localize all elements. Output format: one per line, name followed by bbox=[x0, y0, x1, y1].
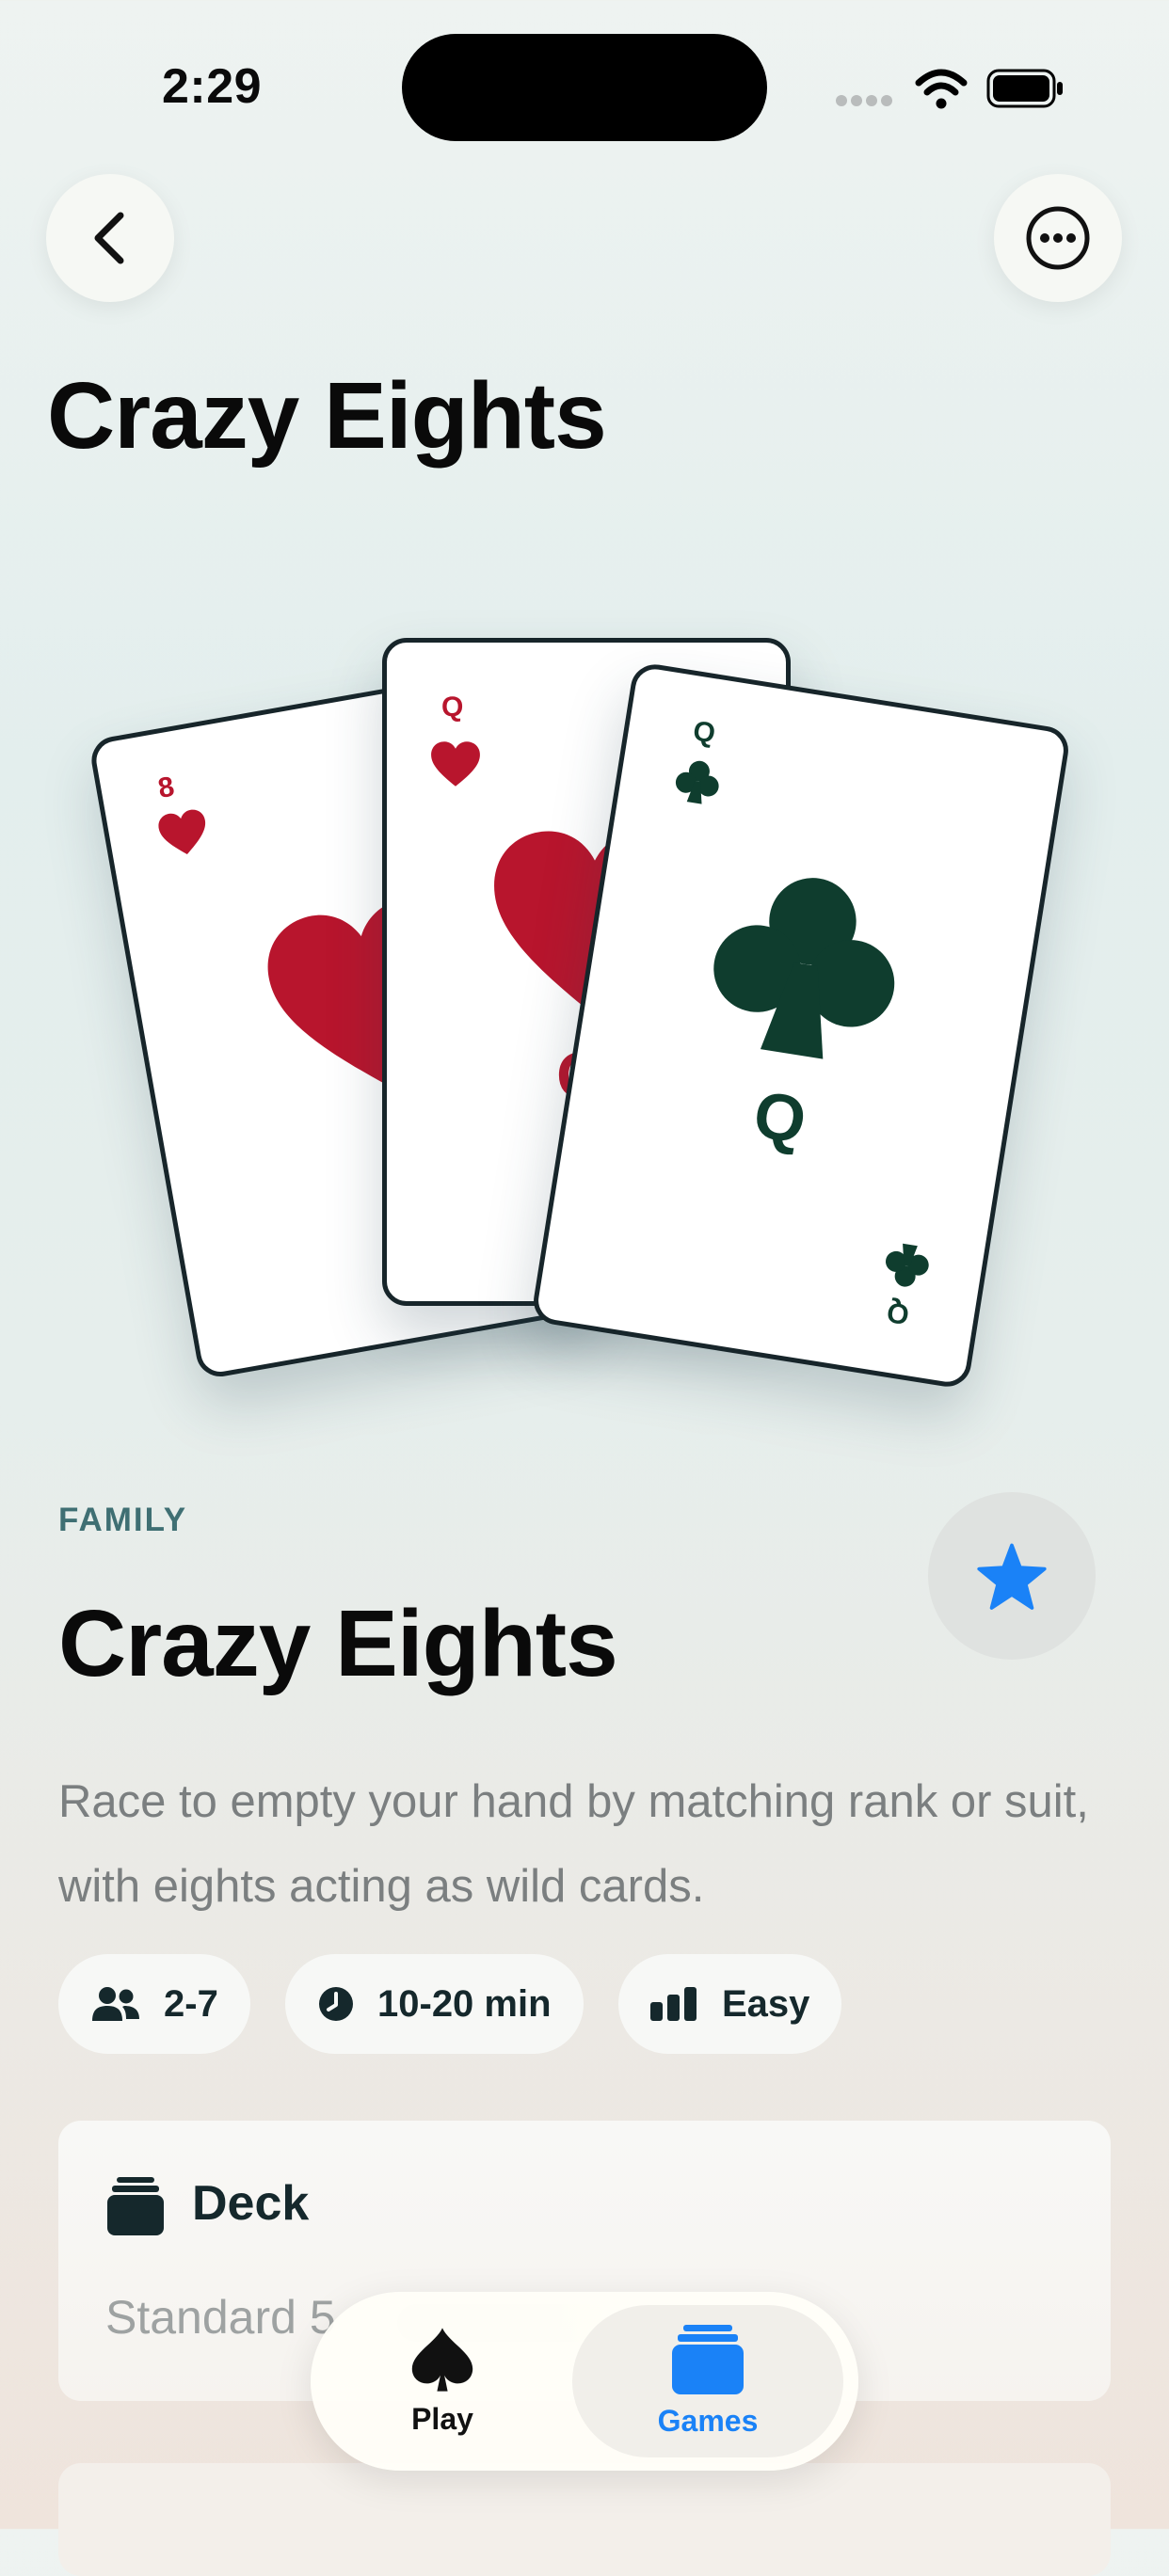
difficulty-bars-icon bbox=[650, 1987, 697, 2021]
dynamic-island bbox=[402, 34, 767, 141]
tab-games-label: Games bbox=[657, 2403, 759, 2438]
cellular-signal-icon bbox=[836, 94, 896, 111]
club-icon bbox=[885, 1243, 929, 1287]
tab-games[interactable]: Games bbox=[572, 2305, 843, 2457]
duration-chip: 10-20 min bbox=[285, 1954, 584, 2054]
heart-icon bbox=[431, 741, 480, 787]
card-rank: 8 bbox=[155, 771, 177, 805]
category-label: FAMILY bbox=[58, 1502, 188, 1538]
card-rank-center: Q bbox=[748, 1076, 811, 1158]
tab-bar: Play Games bbox=[311, 2292, 858, 2471]
card-rank: Q bbox=[885, 1296, 912, 1330]
deck-title: Deck bbox=[192, 2176, 310, 2231]
tab-play[interactable]: Play bbox=[329, 2305, 555, 2457]
players-label: 2-7 bbox=[164, 1982, 218, 2025]
favorite-button[interactable] bbox=[928, 1492, 1096, 1660]
chevron-left-icon bbox=[94, 212, 124, 264]
difficulty-chip: Easy bbox=[618, 1954, 842, 2054]
tab-play-label: Play bbox=[411, 2401, 473, 2436]
duration-label: 10-20 min bbox=[377, 1982, 552, 2025]
more-options-button[interactable] bbox=[994, 174, 1122, 302]
deck-subtitle: Standard 5 bbox=[105, 2291, 336, 2344]
people-icon bbox=[92, 1987, 139, 2021]
back-button[interactable] bbox=[46, 174, 174, 302]
club-icon bbox=[713, 878, 895, 1059]
page-title: Crazy Eights bbox=[47, 363, 607, 469]
heart-icon bbox=[158, 809, 206, 854]
ellipsis-circle-icon bbox=[1026, 206, 1090, 270]
wifi-icon bbox=[915, 69, 968, 109]
card-rank: Q bbox=[441, 692, 464, 723]
battery-icon bbox=[986, 69, 1063, 108]
difficulty-label: Easy bbox=[722, 1982, 810, 2025]
club-icon bbox=[675, 760, 719, 804]
status-time: 2:29 bbox=[162, 59, 263, 114]
game-title: Crazy Eights bbox=[58, 1591, 618, 1696]
players-chip: 2-7 bbox=[58, 1954, 250, 2054]
spade-icon bbox=[411, 2327, 473, 2392]
clock-icon bbox=[319, 1987, 353, 2021]
cards-stack-icon bbox=[672, 2324, 744, 2394]
game-description: Race to empty your hand by matching rank… bbox=[58, 1776, 1089, 1912]
star-icon bbox=[977, 1543, 1047, 1610]
card-stack-icon bbox=[107, 2177, 164, 2235]
next-section bbox=[58, 2463, 1111, 2576]
card-rank: Q bbox=[691, 715, 718, 750]
